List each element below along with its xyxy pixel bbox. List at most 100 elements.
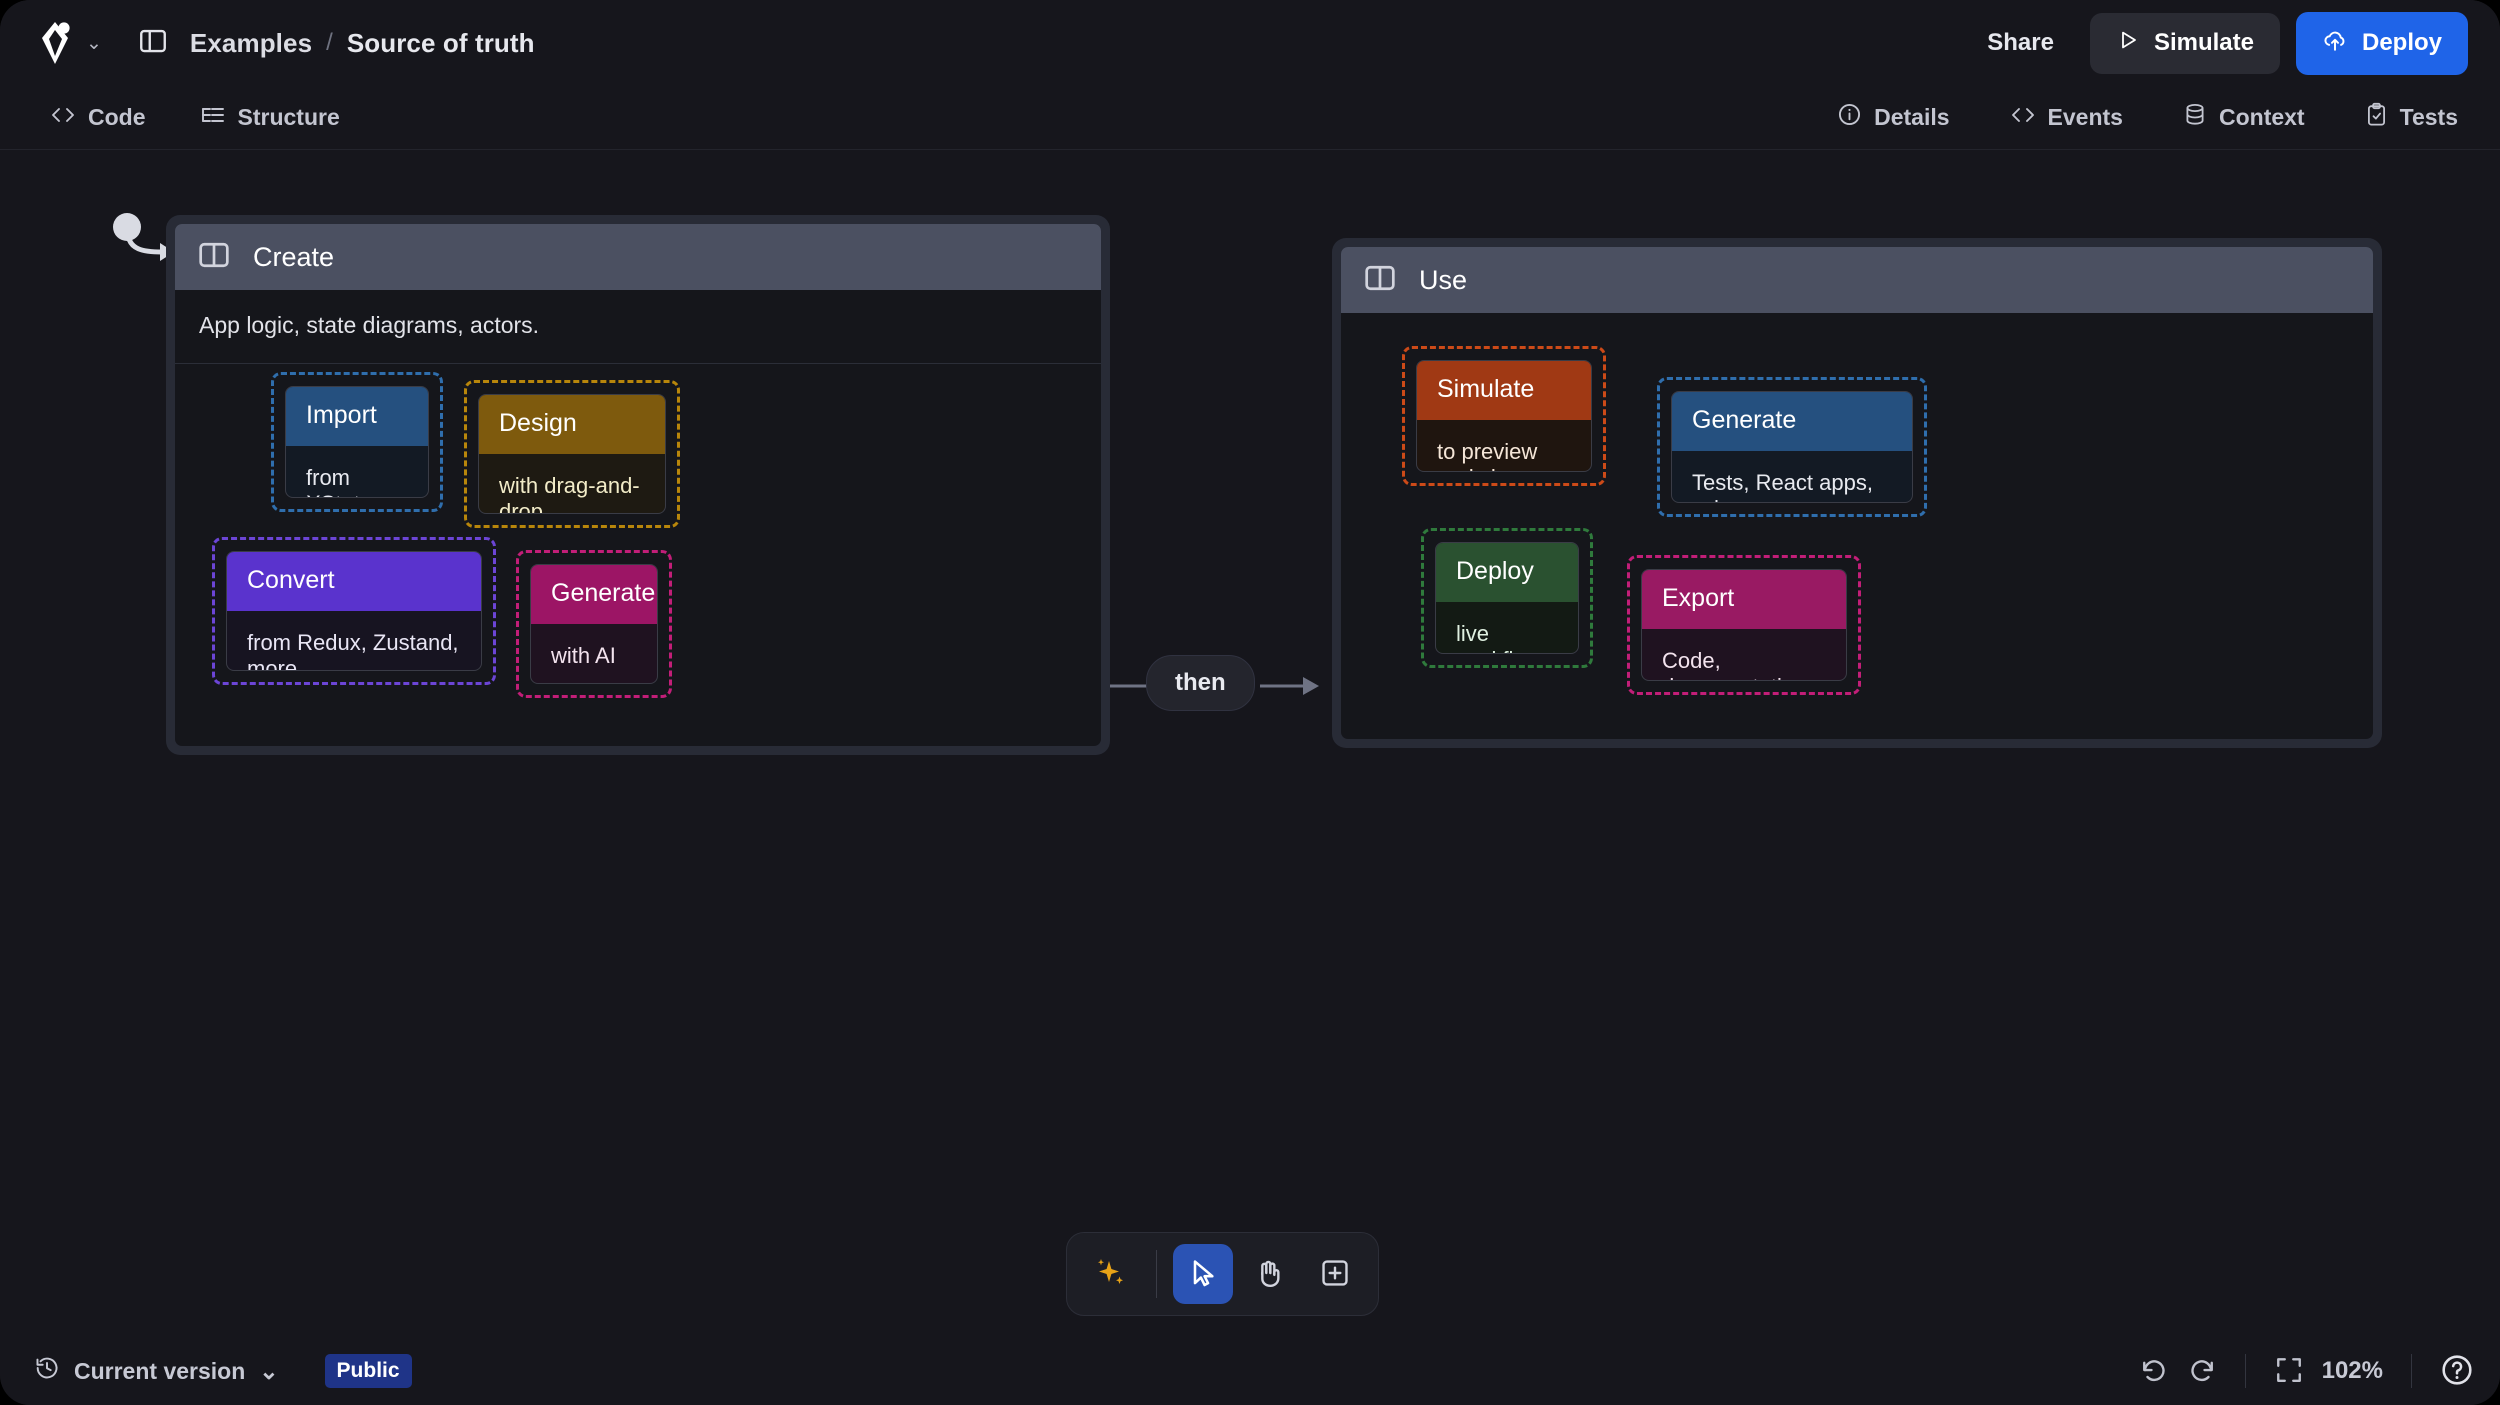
stately-logo-icon — [40, 20, 76, 66]
redo-button[interactable] — [2187, 1355, 2217, 1388]
sidebar-panel-icon[interactable] — [138, 26, 168, 61]
cursor-arrow-icon — [1187, 1257, 1219, 1292]
top-bar-actions: Share Simulate Deploy — [1967, 11, 2474, 75]
secondary-tab-bar: Code Structure Details Events Context Te… — [0, 86, 2500, 150]
tab-code[interactable]: Code — [34, 96, 162, 140]
state-node-import[interactable]: Import from XState — [271, 372, 443, 512]
state-node-export-title: Export — [1642, 570, 1846, 629]
pan-tool-button[interactable] — [1239, 1244, 1299, 1304]
tab-context[interactable]: Context — [2167, 94, 2321, 141]
group-create-title: Create — [253, 241, 335, 272]
code-brackets-icon — [2010, 104, 2036, 132]
group-panel-icon — [197, 238, 231, 277]
tab-details-label: Details — [1874, 104, 1950, 130]
simulate-button-label: Simulate — [2153, 29, 2254, 56]
state-node-design-body: with drag-and-drop — [499, 473, 640, 514]
redo-arrow-icon — [2187, 1355, 2217, 1388]
tab-tests[interactable]: Tests — [2349, 94, 2474, 141]
status-divider — [2244, 1354, 2246, 1388]
group-create[interactable]: Create App logic, state diagrams, actors… — [166, 215, 1110, 755]
diagram-canvas[interactable]: Create App logic, state diagrams, actors… — [0, 150, 2500, 1337]
state-node-simulate[interactable]: Simulate to preview and share — [1402, 346, 1606, 486]
group-panel-icon — [1363, 261, 1397, 300]
tab-structure[interactable]: Structure — [184, 96, 356, 140]
chevron-down-icon: ⌄ — [86, 32, 102, 54]
cloud-upload-icon — [2322, 27, 2348, 60]
visibility-badge[interactable]: Public — [324, 1354, 412, 1388]
breadcrumb-current[interactable]: Source of truth — [347, 28, 535, 59]
breadcrumb: Examples / Source of truth — [190, 28, 535, 59]
code-brackets-icon — [50, 104, 76, 132]
tab-structure-label: Structure — [237, 104, 340, 130]
chevron-down-icon: ⌄ — [259, 1357, 279, 1384]
share-button[interactable]: Share — [1967, 17, 2074, 69]
state-node-simulate-title: Simulate — [1417, 361, 1591, 420]
zoom-level[interactable]: 102% — [2322, 1357, 2383, 1385]
list-tree-icon — [200, 104, 226, 132]
tab-tests-label: Tests — [2399, 104, 2458, 130]
play-icon — [2116, 28, 2140, 59]
state-node-import-body: from XState — [306, 465, 372, 497]
help-button[interactable] — [2440, 1353, 2474, 1390]
toolbar-divider — [1156, 1250, 1157, 1298]
state-node-design[interactable]: Design with drag-and-drop — [464, 380, 680, 528]
group-create-description: App logic, state diagrams, actors. — [175, 290, 1101, 364]
state-node-generate-ai-title: Generate — [531, 565, 657, 624]
status-bar: Current version ⌄ Public 102% — [0, 1337, 2500, 1405]
state-node-deploy-title: Deploy — [1436, 543, 1578, 602]
group-use-header: Use — [1341, 247, 2373, 313]
tab-events-label: Events — [2047, 104, 2123, 130]
top-bar: ⌄ Examples / Source of truth Share Simul… — [0, 0, 2500, 86]
group-use[interactable]: Use Simulate to preview and share Genera… — [1332, 238, 2382, 748]
state-node-convert-body: from Redux, Zustand, more — [247, 630, 459, 671]
state-node-simulate-body: to preview and share — [1437, 439, 1538, 471]
breadcrumb-parent[interactable]: Examples — [190, 28, 312, 59]
ai-assist-tool-button[interactable] — [1080, 1244, 1140, 1304]
version-selector[interactable]: Current version ⌄ — [34, 1355, 279, 1387]
state-node-convert-title: Convert — [227, 552, 481, 611]
add-box-tool-button[interactable] — [1305, 1244, 1365, 1304]
select-tool-button[interactable] — [1173, 1244, 1233, 1304]
database-icon — [2183, 102, 2207, 133]
state-node-generate-ai[interactable]: Generate with AI — [516, 550, 672, 698]
state-node-deploy[interactable]: Deploy live workflows — [1421, 528, 1593, 668]
canvas-toolbar — [1066, 1232, 1379, 1316]
deploy-button[interactable]: Deploy — [2295, 11, 2468, 75]
deploy-button-label: Deploy — [2361, 29, 2442, 56]
undo-arrow-icon — [2139, 1355, 2169, 1388]
state-node-import-title: Import — [286, 387, 428, 446]
status-bar-actions: 102% — [2139, 1353, 2474, 1390]
state-node-deploy-body: live workflows — [1456, 621, 1553, 653]
app-window: ⌄ Examples / Source of truth Share Simul… — [0, 0, 2500, 1405]
group-use-title: Use — [1419, 264, 1468, 295]
fit-view-icon — [2274, 1355, 2304, 1388]
version-label: Current version — [74, 1357, 246, 1384]
state-node-design-title: Design — [479, 395, 665, 454]
info-circle-icon — [1837, 102, 1862, 133]
sparkles-icon — [1093, 1256, 1127, 1293]
tab-events[interactable]: Events — [1994, 96, 2139, 140]
state-node-generate-tests-title: Generate — [1672, 392, 1912, 451]
state-node-generate-ai-body: with AI — [551, 643, 616, 668]
state-node-export[interactable]: Export Code, documentation — [1627, 555, 1861, 695]
tab-group-left: Code Structure — [34, 96, 356, 140]
tab-context-label: Context — [2218, 104, 2305, 130]
state-node-convert[interactable]: Convert from Redux, Zustand, more — [212, 537, 496, 685]
state-node-export-body: Code, documentation — [1662, 648, 1806, 680]
state-node-generate-tests-body: Tests, React apps, schemas — [1692, 470, 1873, 502]
status-divider — [2411, 1354, 2412, 1388]
tab-group-right: Details Events Context Tests — [1821, 94, 2474, 141]
clipboard-check-icon — [2365, 102, 2388, 133]
fit-view-button[interactable] — [2274, 1355, 2304, 1388]
undo-button[interactable] — [2139, 1355, 2169, 1388]
tab-code-label: Code — [88, 104, 146, 130]
breadcrumb-separator: / — [326, 29, 333, 56]
transition-then-label: then — [1146, 655, 1255, 711]
group-create-header: Create — [175, 224, 1101, 290]
tab-details[interactable]: Details — [1821, 94, 1965, 141]
history-clock-icon — [34, 1355, 60, 1387]
simulate-button[interactable]: Simulate — [2089, 12, 2280, 74]
state-node-generate-tests[interactable]: Generate Tests, React apps, schemas — [1657, 377, 1927, 517]
add-box-icon — [1319, 1257, 1351, 1292]
logo-menu[interactable]: ⌄ — [40, 20, 102, 66]
